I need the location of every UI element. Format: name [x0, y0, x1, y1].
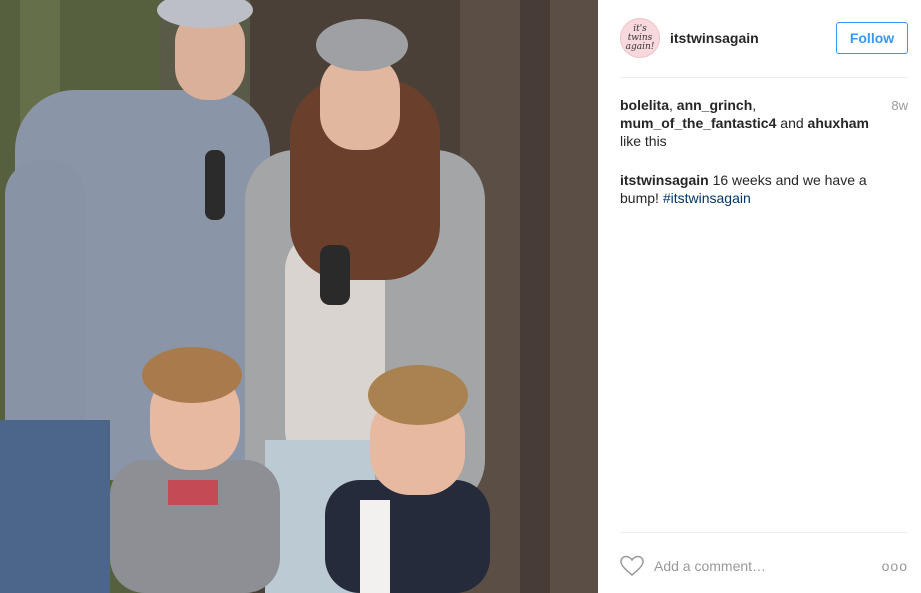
post-photo[interactable] [0, 0, 598, 593]
avatar[interactable]: it's twins again! [620, 18, 660, 58]
photo-illustration [0, 0, 598, 593]
comment-input[interactable]: Add a comment… [654, 558, 882, 574]
likes-suffix: like this [620, 133, 667, 149]
liker-link[interactable]: ann_grinch [677, 97, 752, 113]
post-timestamp[interactable]: 8w [891, 98, 908, 113]
likes-summary: bolelita, ann_grinch, mum_of_the_fantast… [620, 97, 869, 149]
avatar-logo-text: it's twins again! [625, 23, 655, 52]
post-modal: it's twins again! itstwinsagain Follow b… [0, 0, 921, 593]
liker-link[interactable]: mum_of_the_fantastic4 [620, 115, 776, 131]
divider [620, 532, 908, 533]
more-options-icon[interactable]: ooo [882, 558, 908, 574]
comment-bar: Add a comment… ooo [620, 551, 908, 581]
divider [620, 77, 908, 78]
heart-icon[interactable] [620, 555, 644, 577]
liker-link[interactable]: bolelita [620, 97, 669, 113]
post-side-panel: it's twins again! itstwinsagain Follow b… [598, 0, 921, 593]
post-caption: itstwinsagain 16 weeks and we have a bum… [620, 171, 890, 207]
hashtag-link[interactable]: #itstwinsagain [663, 190, 751, 206]
liker-link[interactable]: ahuxham [808, 115, 869, 131]
username-link[interactable]: itstwinsagain [670, 30, 759, 46]
post-header: it's twins again! itstwinsagain Follow [620, 16, 908, 60]
follow-button[interactable]: Follow [836, 22, 908, 54]
caption-username-link[interactable]: itstwinsagain [620, 172, 709, 188]
